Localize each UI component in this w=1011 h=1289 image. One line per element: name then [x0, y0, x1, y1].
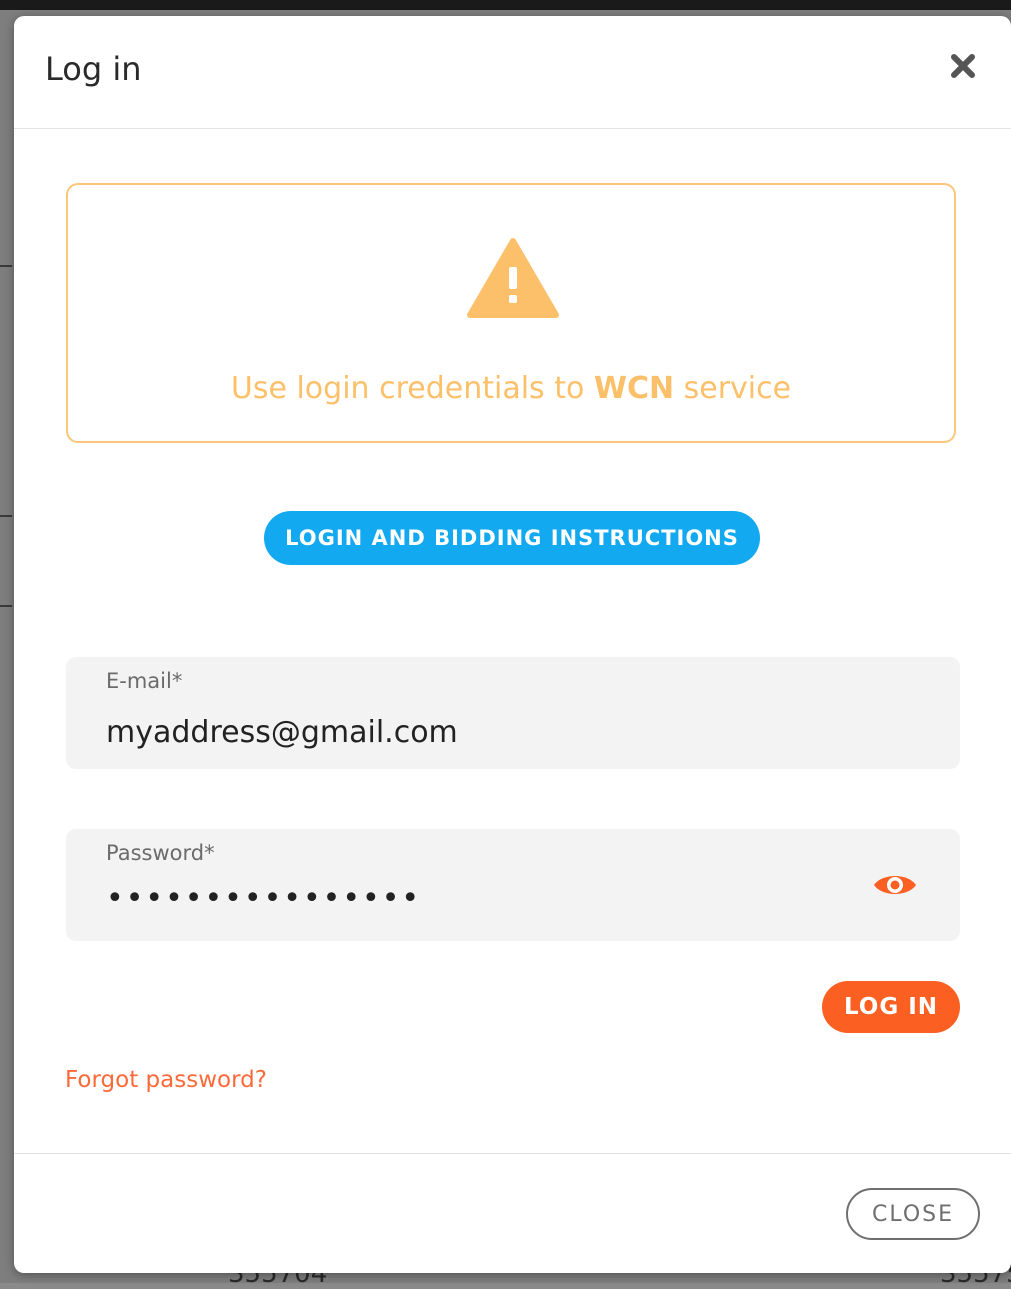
dialog-title: Log in: [45, 50, 142, 88]
forgot-password-link[interactable]: Forgot password?: [65, 1067, 267, 1093]
dialog-header: Log in: [14, 16, 1011, 129]
password-label: Password*: [106, 841, 215, 865]
warning-message: Use login credentials to WCN service: [68, 371, 954, 406]
login-dialog: Log in Use login credentials to WCN serv…: [14, 16, 1011, 1273]
warning-text-prefix: Use login credentials to: [230, 371, 594, 406]
password-input[interactable]: ••••••••••••••••: [106, 881, 421, 916]
backdrop-divider: [0, 605, 12, 607]
login-button[interactable]: LOG IN: [822, 981, 960, 1033]
password-field[interactable]: Password* ••••••••••••••••: [66, 829, 960, 941]
dialog-body: Use login credentials to WCN service LOG…: [14, 129, 1011, 1153]
eye-icon[interactable]: [870, 863, 920, 907]
email-input[interactable]: myaddress@gmail.com: [106, 715, 458, 750]
dialog-footer: CLOSE: [14, 1153, 1011, 1273]
close-x-icon[interactable]: [943, 46, 983, 86]
warning-triangle-icon: [467, 238, 559, 318]
backdrop-divider: [0, 515, 12, 517]
warning-text-brand: WCN: [593, 371, 675, 406]
email-field[interactable]: E-mail* myaddress@gmail.com: [66, 657, 960, 769]
warning-text-suffix: service: [674, 371, 792, 406]
close-button[interactable]: CLOSE: [846, 1188, 980, 1240]
backdrop-top-strip: [0, 0, 1011, 10]
backdrop-divider: [0, 265, 12, 267]
login-instructions-button[interactable]: LOGIN AND BIDDING INSTRUCTIONS: [264, 511, 760, 565]
email-label: E-mail*: [106, 669, 183, 693]
warning-box: Use login credentials to WCN service: [66, 183, 956, 443]
